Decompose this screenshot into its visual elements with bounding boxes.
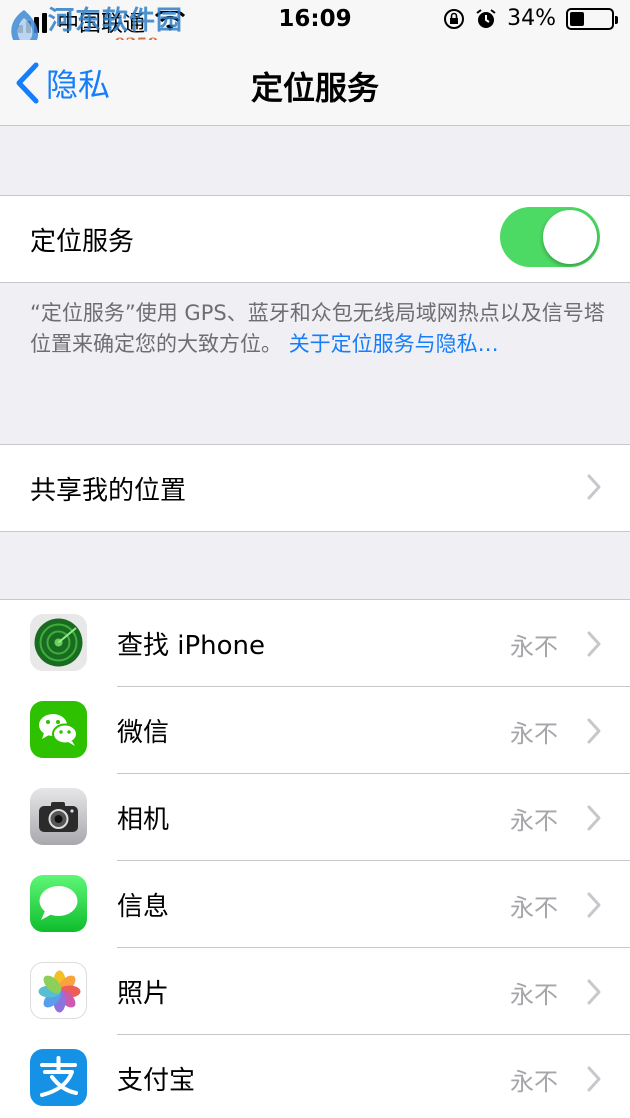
chevron-right-icon [587, 474, 601, 500]
toggle-knob [543, 210, 597, 264]
app-name: 微信 [117, 718, 170, 748]
app-permission: 永不 [510, 981, 558, 1009]
location-services-footer: “定位服务”使用 GPS、蓝牙和众包无线局域网热点以及信号塔位置来确定您的大致方… [30, 298, 610, 360]
location-services-group: 定位服务 [0, 195, 630, 283]
share-location-label: 共享我的位置 [30, 475, 187, 506]
orientation-lock-icon [444, 8, 465, 29]
page-title: 定位服务 [250, 69, 379, 107]
app-row-camera[interactable]: 相机 永不 [0, 774, 630, 861]
chevron-right-icon [587, 979, 601, 1005]
battery-level [570, 11, 584, 26]
location-services-label: 定位服务 [30, 226, 135, 257]
status-right: 34% [443, 6, 618, 31]
location-services-row: 定位服务 [0, 196, 630, 282]
navigation-bar: 隐私 定位服务 [0, 40, 630, 126]
app-permission: 永不 [510, 633, 558, 661]
app-list: 查找 iPhone 永不 微信 永不 相机 永不 信息 永不 照片 永不 支付宝… [0, 599, 630, 1118]
chevron-right-icon [587, 1066, 601, 1092]
photos-icon [30, 962, 87, 1019]
app-permission: 永不 [510, 720, 558, 748]
app-name: 支付宝 [117, 1066, 196, 1096]
watermark-title: 河东软件园 [48, 6, 184, 36]
app-row-photos[interactable]: 照片 永不 [0, 948, 630, 1035]
app-name: 照片 [117, 979, 170, 1009]
chevron-right-icon [587, 892, 601, 918]
messages-icon [30, 875, 87, 932]
share-location-group: 共享我的位置 [0, 444, 630, 532]
battery-percent: 34% [507, 6, 556, 31]
app-row-wechat[interactable]: 微信 永不 [0, 687, 630, 774]
chevron-right-icon [587, 631, 601, 657]
find-iphone-icon [30, 614, 87, 671]
battery-icon [566, 7, 618, 30]
app-row-find-iphone[interactable]: 查找 iPhone 永不 [0, 600, 630, 687]
app-permission: 永不 [510, 894, 558, 922]
location-services-toggle[interactable] [500, 207, 600, 267]
app-name: 相机 [117, 805, 170, 835]
alarm-icon [476, 8, 496, 28]
app-row-alipay[interactable]: 支付宝 永不 [0, 1035, 630, 1118]
app-name: 信息 [117, 892, 170, 922]
privacy-link[interactable]: 关于定位服务与隐私… [289, 332, 499, 356]
wechat-icon [30, 701, 87, 758]
chevron-right-icon [587, 805, 601, 831]
share-location-row[interactable]: 共享我的位置 [0, 445, 630, 531]
app-name: 查找 iPhone [117, 631, 266, 661]
app-permission: 永不 [510, 807, 558, 835]
chevron-right-icon [587, 718, 601, 744]
app-permission: 永不 [510, 1068, 558, 1096]
app-row-messages[interactable]: 信息 永不 [0, 861, 630, 948]
alipay-icon [30, 1049, 87, 1106]
camera-icon [30, 788, 87, 845]
